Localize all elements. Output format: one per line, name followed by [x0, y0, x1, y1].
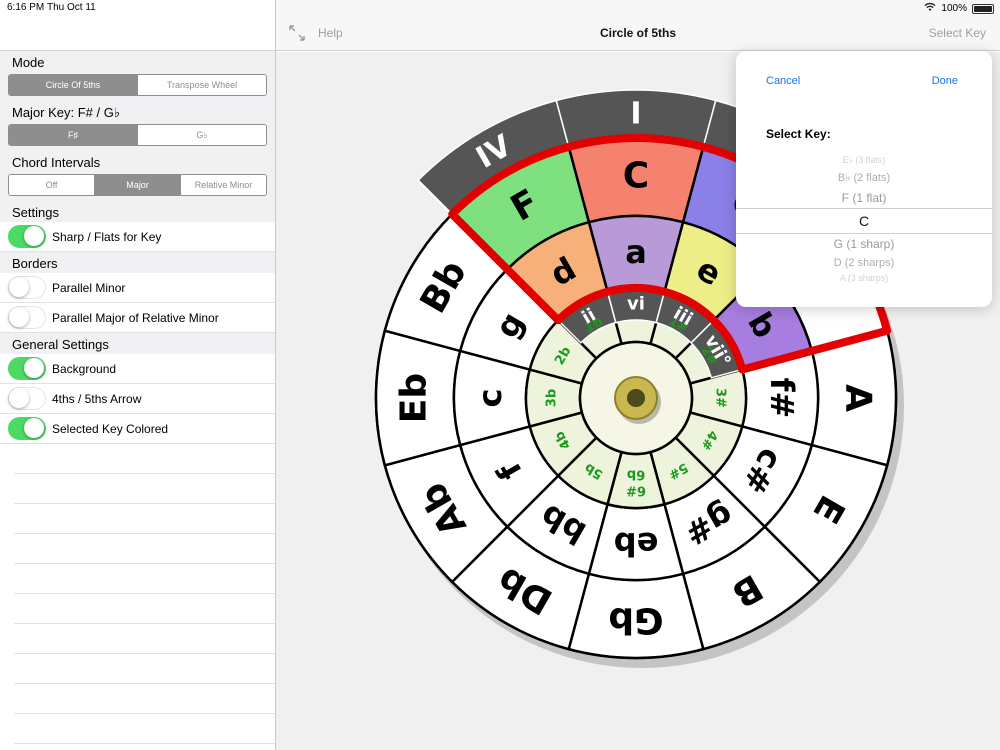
- status-right: 100%: [924, 2, 994, 15]
- sharp-flats-label: Sharp / Flats for Key: [52, 229, 162, 244]
- picker-option[interactable]: C: [736, 213, 992, 229]
- accidental-label: 3#: [713, 388, 728, 408]
- setting-row-sharp-flats: Sharp / Flats for Key: [0, 222, 275, 252]
- setting-row-parallel-minor: Parallel Minor: [0, 273, 275, 303]
- select-key-button[interactable]: Select Key: [929, 26, 986, 40]
- selected-key-colored-label: Selected Key Colored: [52, 421, 169, 436]
- major-key-segmented-control: F♯ G♭: [8, 124, 267, 146]
- chord-intervals-heading: Chord Intervals: [0, 151, 275, 172]
- picker-option[interactable]: F (1 flat): [736, 191, 992, 205]
- minor-key-label: a: [625, 233, 647, 271]
- accidental-label: 6b: [627, 467, 645, 482]
- status-date: Thu Oct 11: [47, 2, 96, 13]
- parallel-minor-label: Parallel Minor: [52, 280, 126, 295]
- picker-option[interactable]: G (1 sharp): [736, 237, 992, 251]
- minor-key-label: c: [471, 389, 509, 408]
- sidebar: Mode Circle Of 5ths Transpose Wheel Majo…: [0, 0, 276, 750]
- major-key-label: Gb: [608, 600, 663, 641]
- selected-key-colored-toggle[interactable]: [8, 417, 46, 440]
- status-time: 6:16 PM: [7, 2, 45, 13]
- arrow-label: 4ths / 5ths Arrow: [52, 391, 142, 406]
- intervals-off-option[interactable]: Off: [9, 175, 95, 195]
- key-picker[interactable]: E♭ (3 flats) B♭ (2 flats) F (1 flat) C G (1 …: [736, 155, 992, 283]
- cancel-button[interactable]: Cancel: [766, 75, 800, 87]
- key-sharp-option[interactable]: F♯: [9, 125, 138, 145]
- background-label: Background: [52, 361, 117, 376]
- mode-heading: Mode: [0, 51, 275, 72]
- setting-row-parallel-major: Parallel Major of Relative Minor: [0, 303, 275, 333]
- wifi-icon: [924, 2, 936, 15]
- roman-outer-label: I: [630, 97, 641, 132]
- major-key-heading: Major Key: F# / G♭: [0, 101, 275, 122]
- picker-option[interactable]: A (3 sharps): [736, 273, 992, 283]
- accidental-label: 6#: [626, 483, 646, 498]
- chord-intervals-segmented-control: Off Major Relative Minor: [8, 174, 267, 196]
- borders-heading: Borders: [0, 252, 275, 273]
- major-key-label: A: [838, 384, 879, 412]
- setting-row-selected-key-colored: Selected Key Colored: [0, 414, 275, 444]
- roman-inner-label: vi: [627, 294, 645, 315]
- major-key-label: Eb: [394, 373, 435, 423]
- setting-row-background: Background: [0, 354, 275, 384]
- parallel-minor-toggle[interactable]: [8, 276, 46, 299]
- parallel-major-toggle[interactable]: [8, 306, 46, 329]
- parallel-major-label: Parallel Major of Relative Minor: [52, 310, 219, 325]
- battery-percent: 100%: [941, 3, 967, 14]
- mode-segmented-control: Circle Of 5ths Transpose Wheel: [8, 74, 267, 96]
- done-button[interactable]: Done: [932, 75, 958, 87]
- minor-key-label: f#: [763, 378, 801, 419]
- intervals-major-option[interactable]: Major: [95, 175, 181, 195]
- picker-option[interactable]: E♭ (3 flats): [736, 155, 992, 166]
- settings-heading: Settings: [0, 201, 275, 222]
- status-bar: 6:16 PM Thu Oct 11 100%: [0, 0, 1000, 16]
- page-title: Circle of 5ths: [599, 26, 677, 40]
- accidental-label: 3b: [545, 389, 560, 407]
- picker-option[interactable]: D (2 sharps): [736, 257, 992, 269]
- sharp-flats-toggle[interactable]: [8, 225, 46, 248]
- select-key-popover: Cancel Done Select Key: E♭ (3 flats) B♭ (…: [736, 51, 992, 307]
- minor-key-label: eb: [614, 525, 659, 563]
- battery-icon: [972, 3, 994, 14]
- mode-circle-of-5ths[interactable]: Circle Of 5ths: [9, 75, 138, 95]
- intervals-relative-minor-option[interactable]: Relative Minor: [181, 175, 266, 195]
- center-knob-hole: [627, 389, 645, 407]
- mode-transpose-wheel[interactable]: Transpose Wheel: [138, 75, 266, 95]
- general-settings-heading: General Settings: [0, 333, 275, 354]
- major-key-label: C: [623, 156, 649, 197]
- setting-row-arrow: 4ths / 5ths Arrow: [0, 384, 275, 414]
- key-flat-option[interactable]: G♭: [138, 125, 266, 145]
- picker-option[interactable]: B♭ (2 flats): [736, 171, 992, 184]
- background-toggle[interactable]: [8, 357, 46, 380]
- arrow-toggle[interactable]: [8, 387, 46, 410]
- select-key-label: Select Key:: [766, 127, 831, 141]
